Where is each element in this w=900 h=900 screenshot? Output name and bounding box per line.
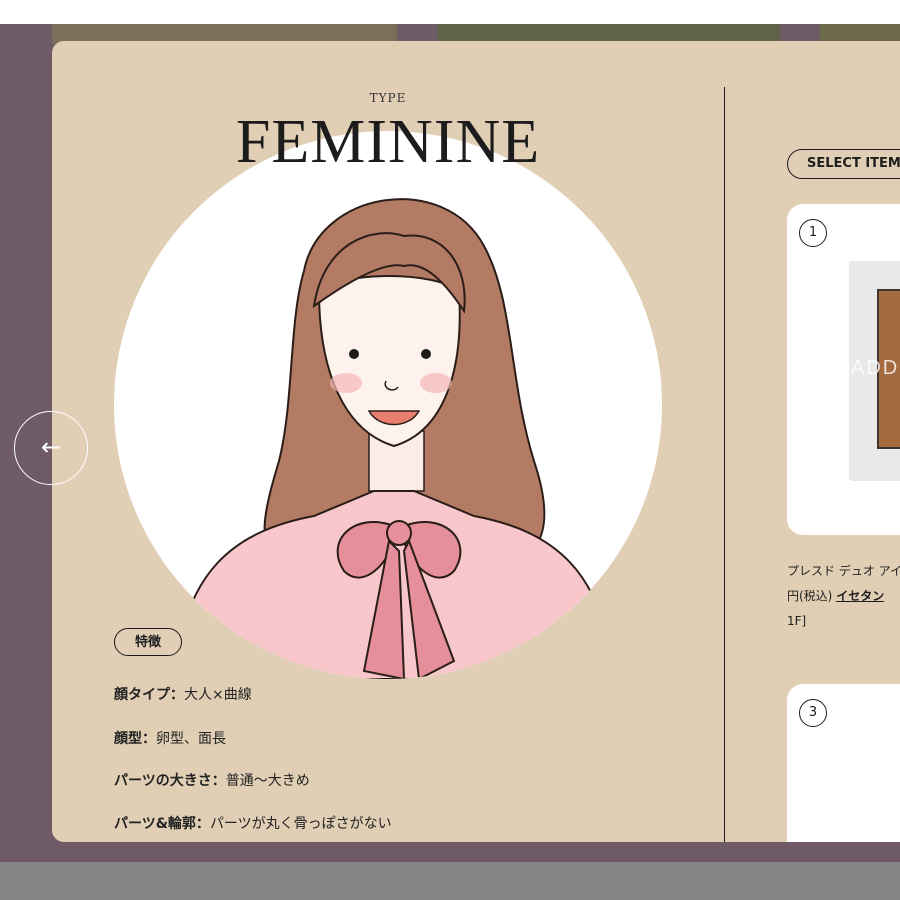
type-label: TYPE [369,91,407,105]
feature-value: 卵型、面長 [156,731,226,747]
feature-value: 普通〜大きめ [225,773,310,789]
product-number-badge: 1 [799,219,827,247]
product-name: プレスド デュオ アイ [787,564,900,578]
feature-key: パーツ&輪郭： [114,816,210,832]
left-arrow-icon: ← [40,433,62,461]
top-bar [0,0,900,24]
portrait-illustration [114,131,662,679]
feature-face-type: 顔タイプ：大人×曲線 [114,684,252,704]
feature-part-size: パーツの大きさ：普通〜大きめ [114,770,310,790]
back-button[interactable]: ← [14,411,88,485]
product-card-3[interactable]: 3 [787,684,900,842]
features-badge: 特徴 [114,628,182,656]
product-price-line: 円(税込) イセタン [787,584,900,609]
bottom-bar [0,862,900,900]
feature-parts-outline: パーツ&輪郭：パーツが丸く骨っぽさがない [114,813,392,833]
feature-key: 顔型： [114,731,156,747]
type-title: FEMININE [235,108,541,176]
product-card-1[interactable]: 1 ADD [787,204,900,535]
panel-divider [724,87,725,842]
feature-key: 顔タイプ： [114,687,184,703]
product-image-eyeshadow[interactable]: ADD [849,261,900,481]
product-price: 円(税込) [787,589,837,603]
product-brand-text: ADD [851,357,900,379]
product-number-badge: 3 [799,699,827,727]
feature-value: パーツが丸く骨っぽさがない [209,816,392,832]
select-item-button[interactable]: SELECT ITEM [787,149,900,179]
product-description: プレスド デュオ アイ 円(税込) イセタン 1F] [787,559,900,634]
shop-link[interactable]: イセタン [836,589,884,603]
feature-value: 大人×曲線 [184,687,252,703]
type-detail-modal: TYPE FEMININE 特徴 顔タイプ：大人×曲線 顔型：卵型、面長 パーツ… [52,41,900,842]
product-floor: 1F] [787,614,807,628]
feature-key: パーツの大きさ： [114,773,226,789]
feature-face-shape: 顔型：卵型、面長 [114,728,226,748]
